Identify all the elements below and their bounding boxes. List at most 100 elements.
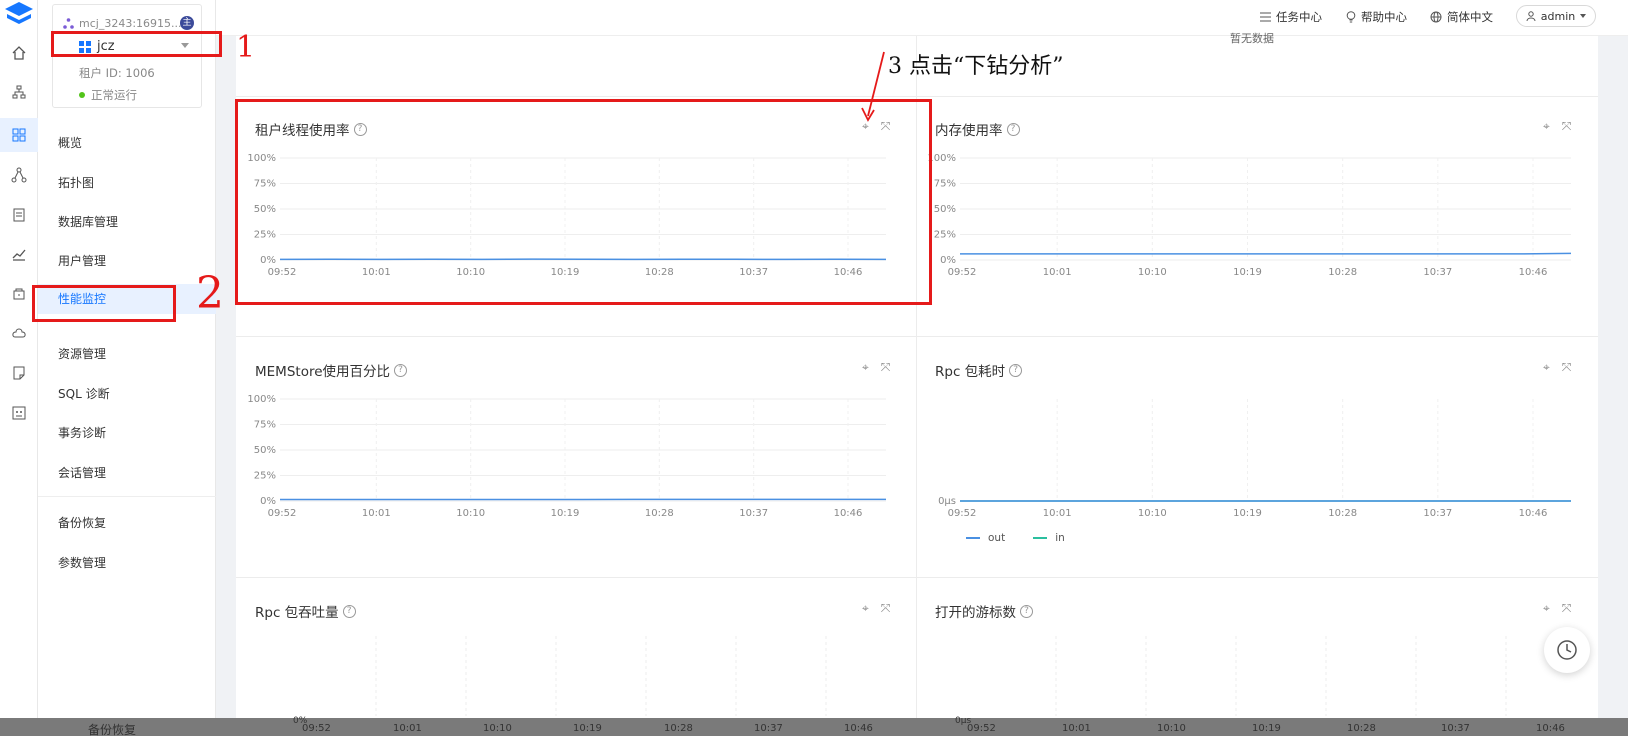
x-tick-label: 10:28 <box>1328 267 1357 278</box>
drill-down-icon[interactable]: ⌖ <box>1543 119 1550 134</box>
y-tick-label: 0% <box>940 255 956 266</box>
tenant-icon[interactable] <box>0 118 38 152</box>
expand-icon[interactable]: ⤧ <box>1562 360 1572 375</box>
memory-usage-chart[interactable]: 100%75%50%25%0%09:52 10:01 10:10 10:19 10:28… <box>927 150 1583 285</box>
drill-down-icon[interactable]: ⌖ <box>1543 360 1550 375</box>
row-divider <box>236 336 1598 337</box>
legend-swatch <box>1033 537 1048 539</box>
x-tick-label: 10:37 <box>739 508 768 519</box>
x-tick-label: 10:37 <box>1423 267 1452 278</box>
drill-down-icon[interactable]: ⌖ <box>862 601 869 616</box>
annotation-box-tenant <box>51 31 222 57</box>
chevron-down-icon <box>1580 14 1587 18</box>
x-tick-label: 10:19 <box>1233 267 1262 278</box>
expand-icon[interactable]: ⤧ <box>1562 601 1572 616</box>
y-tick-label: 75% <box>934 179 956 190</box>
help-icon[interactable]: ? <box>1009 363 1023 377</box>
x-tick-label: 10:37 <box>1423 508 1452 519</box>
x-tick-label: 10:46 <box>834 508 863 519</box>
user-menu[interactable]: admin <box>1516 5 1596 27</box>
monitor-icon[interactable] <box>6 400 32 426</box>
nav-topology[interactable]: 拓扑图 <box>58 174 94 191</box>
series-line-0 <box>960 252 1572 255</box>
panel-tools: ⌖ ⤧ <box>1543 119 1571 134</box>
help-icon[interactable]: ? <box>342 604 356 618</box>
bottom-x-tick: 10:28 <box>1347 723 1376 734</box>
no-data-text: 暂无数据 <box>1230 32 1274 45</box>
annotation-instruction: 3 点击“下钻分析” <box>888 54 1064 79</box>
y-tick-label: 75% <box>254 420 276 431</box>
topology-icon[interactable] <box>6 162 32 188</box>
language-switch[interactable]: 简体中文 <box>1430 9 1493 25</box>
bottom-x-tick: 10:28 <box>664 723 693 734</box>
bottom-x-tick: 10:10 <box>483 723 512 734</box>
x-tick-label: 10:10 <box>1138 508 1167 519</box>
nav-parameters[interactable]: 参数管理 <box>58 554 106 571</box>
x-tick-label: 10:01 <box>1043 267 1072 278</box>
panel-title-rpc-throughput: Rpc 包吞吐量? <box>255 601 356 621</box>
home-icon[interactable] <box>6 40 32 66</box>
bottom-x-tick: 10:01 <box>393 723 422 734</box>
legend-out[interactable]: out <box>966 532 1005 544</box>
panel-tools: ⌖ ⤧ <box>1543 601 1571 616</box>
y-tick-label: 25% <box>934 230 956 241</box>
help-center-link[interactable]: 帮助中心 <box>1346 9 1407 25</box>
rpc-throughput-grid <box>375 636 827 716</box>
lock-icon[interactable] <box>6 280 32 306</box>
logo-icon[interactable] <box>3 0 35 30</box>
legend-swatch <box>966 537 980 539</box>
annotation-arrow-icon <box>861 51 885 122</box>
help-icon[interactable]: ? <box>394 363 408 377</box>
nav-transaction[interactable]: 事务诊断 <box>58 424 106 441</box>
expand-icon[interactable]: ⤧ <box>881 601 891 616</box>
y-tick-label: 0μs <box>938 496 956 507</box>
clock-icon <box>1557 640 1577 660</box>
x-tick-label: 10:46 <box>1519 267 1548 278</box>
panel-tools: ⌖ ⤧ <box>1543 360 1571 375</box>
rpc-latency-chart[interactable]: 0μs09:52 10:01 10:10 10:19 10:28 10:37 10:46 <box>928 391 1583 526</box>
nav-session[interactable]: 会话管理 <box>58 464 106 481</box>
cloud-icon[interactable] <box>6 320 32 346</box>
history-button[interactable] <box>1544 627 1590 673</box>
y-tick-label: 100% <box>247 394 276 405</box>
nav-sql-diagnosis[interactable]: SQL 诊断 <box>58 385 110 402</box>
tenant-id: 租户 ID: 1006 <box>79 66 155 80</box>
panel-tools: ⌖ ⤧ <box>862 360 890 375</box>
note-icon[interactable] <box>6 360 32 386</box>
bottom-x-tick: 10:10 <box>1157 723 1186 734</box>
y-tick-label: 50% <box>934 204 956 215</box>
x-tick-label: 10:10 <box>1138 267 1167 278</box>
nav-database[interactable]: 数据库管理 <box>58 213 118 230</box>
annotation-number-2: 2 <box>196 268 224 319</box>
user-icon <box>1526 11 1536 21</box>
task-center-link[interactable]: 任务中心 <box>1260 9 1322 25</box>
help-icon[interactable]: ? <box>1006 122 1020 136</box>
tenant-status: 正常运行 <box>79 87 137 103</box>
trend-icon[interactable] <box>6 241 32 267</box>
bottom-x-tick: 10:37 <box>754 723 783 734</box>
x-tick-label: 09:52 <box>948 267 977 278</box>
nav-backup[interactable]: 备份恢复 <box>58 514 106 531</box>
drill-down-icon[interactable]: ⌖ <box>862 360 869 375</box>
bottom-x-tick: 10:01 <box>1062 723 1091 734</box>
bottom-x-tick: 10:37 <box>1441 723 1470 734</box>
nav-divider <box>38 496 216 497</box>
nav-resource[interactable]: 资源管理 <box>58 345 106 362</box>
x-tick-label: 10:46 <box>1519 508 1548 519</box>
memstore-chart[interactable]: 100% 75% 50% 25% 0%09:52 10:01 10:10 10:19 10:28… <box>247 391 898 526</box>
cluster-icon[interactable] <box>6 79 32 105</box>
expand-icon[interactable]: ⤧ <box>1562 119 1572 134</box>
cluster-path-text: mcj_3243:16915... <box>79 17 182 30</box>
nav-overview[interactable]: 概览 <box>58 134 82 151</box>
cluster-path[interactable]: mcj_3243:16915... <box>63 17 182 30</box>
x-tick-label: 09:52 <box>948 508 977 519</box>
list-icon <box>1260 12 1271 22</box>
help-icon[interactable]: ? <box>1020 604 1033 618</box>
drill-down-icon[interactable]: ⌖ <box>1543 601 1550 616</box>
panel-title-text: 打开的游标数 <box>935 605 1016 621</box>
legend-in[interactable]: in <box>1033 532 1065 544</box>
panel-title-rpc-latency: Rpc 包耗时? <box>935 360 1023 380</box>
document-icon[interactable] <box>6 202 32 228</box>
nav-users[interactable]: 用户管理 <box>58 252 106 269</box>
expand-icon[interactable]: ⤧ <box>881 360 891 375</box>
